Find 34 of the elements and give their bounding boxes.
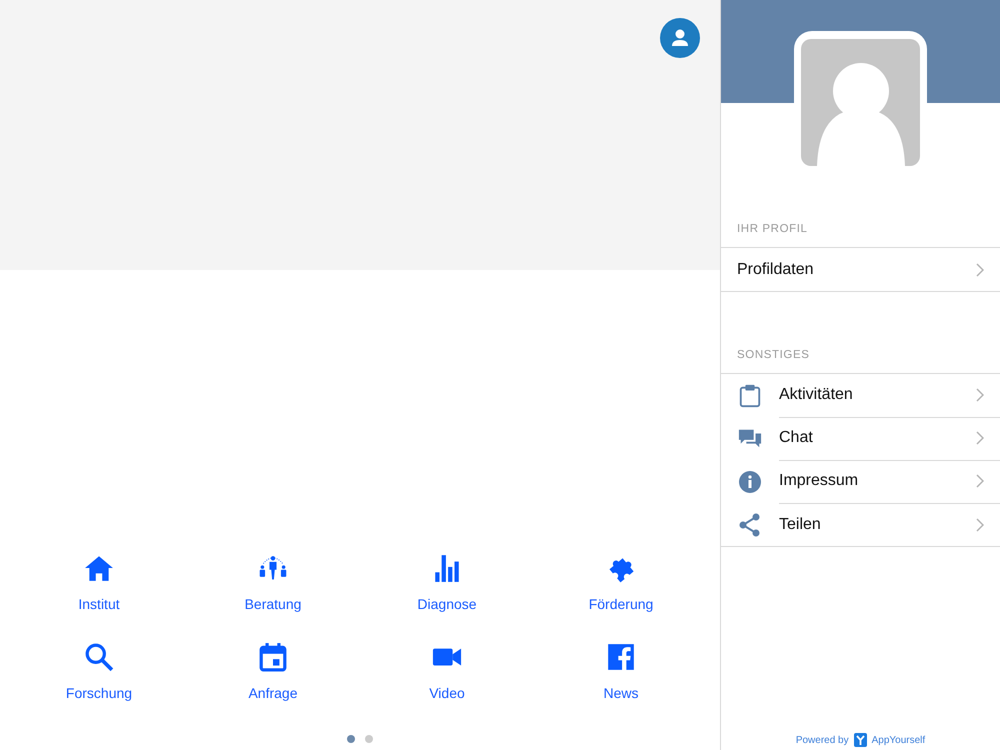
menu-item[interactable]: Impressum <box>721 460 1000 503</box>
share-icon <box>738 512 762 536</box>
section-header: SONSTIGES <box>736 349 810 361</box>
chevron-icon <box>976 431 984 445</box>
menu-tile[interactable]: Institut <box>12 553 186 612</box>
clipboard-icon <box>738 384 762 408</box>
chevron-icon <box>976 474 984 488</box>
menu-tile[interactable]: Diagnose <box>360 553 534 612</box>
menu-tile[interactable]: Anfrage <box>186 642 360 701</box>
menu-tile[interactable]: Förderung <box>534 553 708 612</box>
menu-tile[interactable]: Forschung <box>12 642 186 701</box>
page-dot[interactable] <box>365 735 373 743</box>
brand-link[interactable]: AppYourself <box>872 734 926 746</box>
facebook-icon <box>606 642 636 672</box>
profile-button[interactable] <box>660 18 700 58</box>
menu-item[interactable]: Aktivitäten <box>721 374 1000 417</box>
powered-by-text: Powered by <box>796 734 849 746</box>
calendar-icon <box>258 642 288 672</box>
menu-item[interactable]: Profildaten <box>721 248 1000 291</box>
chevron-icon <box>976 388 984 402</box>
menu-item[interactable]: Chat <box>721 417 1000 460</box>
person-icon <box>669 27 691 49</box>
menu-tile[interactable]: News <box>534 642 708 701</box>
section-header: IHR PROFIL <box>736 223 809 235</box>
menu-tile[interactable]: Video <box>360 642 534 701</box>
page-dot[interactable] <box>347 735 355 743</box>
bar-chart-icon <box>432 553 462 583</box>
chevron-icon <box>976 518 984 532</box>
menu-item[interactable]: Teilen <box>721 503 1000 546</box>
info-icon <box>738 470 762 494</box>
menu-tile[interactable]: Beratung <box>186 553 360 612</box>
chevron-icon <box>976 262 984 276</box>
search-icon <box>84 642 114 672</box>
app-logo-icon <box>854 733 867 747</box>
